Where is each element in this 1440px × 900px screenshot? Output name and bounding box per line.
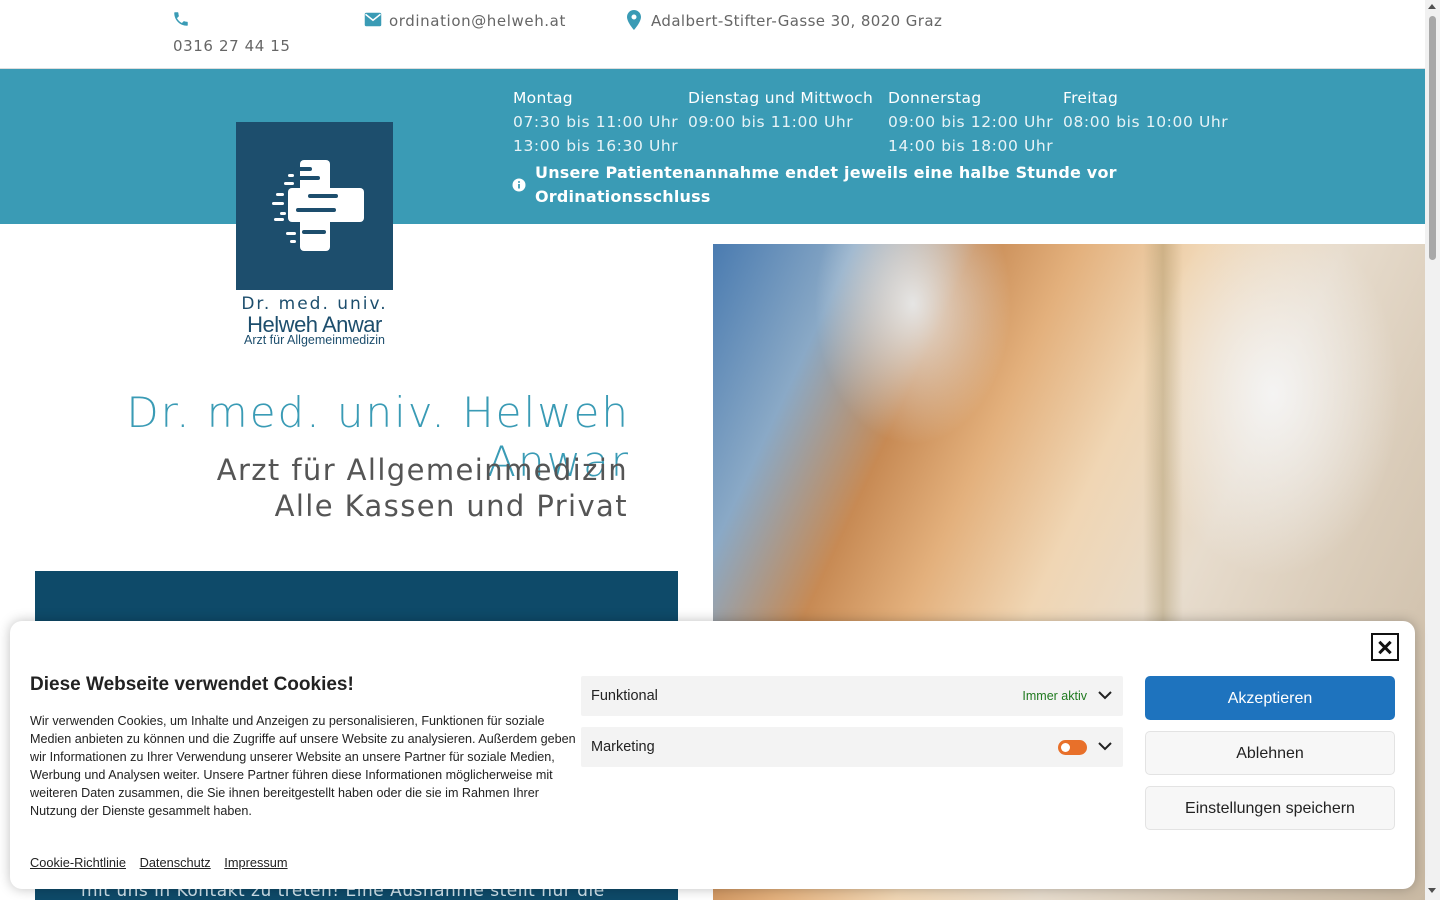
- cookie-consent-banner: Diese Webseite verwendet Cookies! Wir ve…: [10, 621, 1415, 889]
- medical-cross-icon: [272, 160, 364, 251]
- toggle-knob: [1061, 743, 1070, 752]
- category-label: Marketing: [591, 739, 655, 755]
- day-time: 09:00 bis 12:00 Uhr: [888, 113, 1054, 131]
- scroll-up-arrow-icon[interactable]: [1428, 4, 1436, 9]
- scroll-down-arrow-icon[interactable]: [1428, 888, 1436, 893]
- cookie-category-marketing[interactable]: Marketing: [581, 727, 1123, 767]
- marketing-toggle[interactable]: [1058, 740, 1087, 755]
- category-status: Immer aktiv: [1022, 689, 1087, 703]
- info-icon: [512, 178, 526, 192]
- practice-logo[interactable]: Dr. med. univ. Helweh Anwar Arzt für All…: [236, 122, 393, 352]
- envelope-icon: [364, 12, 382, 27]
- scrollbar-thumb[interactable]: [1429, 16, 1436, 260]
- day-time: 07:30 bis 11:00 Uhr: [513, 113, 679, 131]
- notice-text: Unsere Patientenannahme endet jeweils ei…: [535, 163, 1117, 206]
- close-icon[interactable]: [1371, 633, 1399, 661]
- address-link[interactable]: Adalbert-Stifter-Gasse 30, 8020 Graz: [651, 12, 942, 30]
- logo-specialty: Arzt für Allgemeinmedizin: [243, 333, 386, 347]
- phone-icon: [174, 12, 188, 26]
- chevron-down-icon[interactable]: [1098, 688, 1112, 702]
- subtitle-line: Arzt für Allgemeinmedizin: [216, 453, 628, 487]
- cookie-description: Wir verwenden Cookies, um Inhalte und An…: [30, 714, 576, 818]
- category-label: Funktional: [591, 688, 658, 704]
- day-name: Donnerstag: [888, 89, 982, 107]
- cookie-links: Cookie-Richtlinie Datenschutz Impressum: [30, 855, 298, 870]
- page-subtitle: Arzt für Allgemeinmedizin Alle Kassen un…: [100, 452, 628, 524]
- day-time: 08:00 bis 10:00 Uhr: [1063, 113, 1229, 131]
- day-name: Freitag: [1063, 89, 1119, 107]
- cookie-category-functional[interactable]: Funktional Immer aktiv: [581, 676, 1123, 716]
- cookie-policy-link[interactable]: Cookie-Richtlinie: [30, 855, 126, 870]
- top-contact-bar: 0316 27 44 15 ordination@helweh.at Adalb…: [0, 0, 1425, 69]
- day-time: 13:00 bis 16:30 Uhr: [513, 137, 679, 155]
- day-time: 09:00 bis 11:00 Uhr: [688, 113, 854, 131]
- deny-button[interactable]: Ablehnen: [1145, 731, 1395, 775]
- hours-friday: Freitag 08:00 bis 10:00 Uhr: [1063, 86, 1228, 134]
- cookie-title: Diese Webseite verwendet Cookies!: [30, 674, 354, 695]
- chevron-down-icon[interactable]: [1098, 739, 1112, 753]
- page-scrollbar[interactable]: [1425, 0, 1440, 900]
- subtitle-line: Alle Kassen und Privat: [274, 489, 628, 523]
- map-pin-icon: [627, 10, 641, 30]
- hours-monday: Montag 07:30 bis 11:00 Uhr 13:00 bis 16:…: [513, 86, 678, 158]
- privacy-link[interactable]: Datenschutz: [140, 855, 211, 870]
- day-time: 14:00 bis 18:00 Uhr: [888, 137, 1054, 155]
- day-name: Dienstag und Mittwoch: [688, 89, 874, 107]
- phone-link[interactable]: 0316 27 44 15: [173, 37, 291, 55]
- accept-button[interactable]: Akzeptieren: [1145, 676, 1395, 720]
- hours-tuesday-wednesday: Dienstag und Mittwoch 09:00 bis 11:00 Uh…: [688, 86, 873, 134]
- email-link[interactable]: ordination@helweh.at: [389, 12, 566, 30]
- opening-hours-banner: Montag 07:30 bis 11:00 Uhr 13:00 bis 16:…: [0, 69, 1425, 224]
- imprint-link[interactable]: Impressum: [224, 855, 287, 870]
- logo-title: Dr. med. univ.: [241, 294, 388, 314]
- hours-thursday: Donnerstag 09:00 bis 12:00 Uhr 14:00 bis…: [888, 86, 1053, 158]
- day-name: Montag: [513, 89, 573, 107]
- save-settings-button[interactable]: Einstellungen speichern: [1145, 786, 1395, 830]
- logo-mark: [236, 122, 393, 290]
